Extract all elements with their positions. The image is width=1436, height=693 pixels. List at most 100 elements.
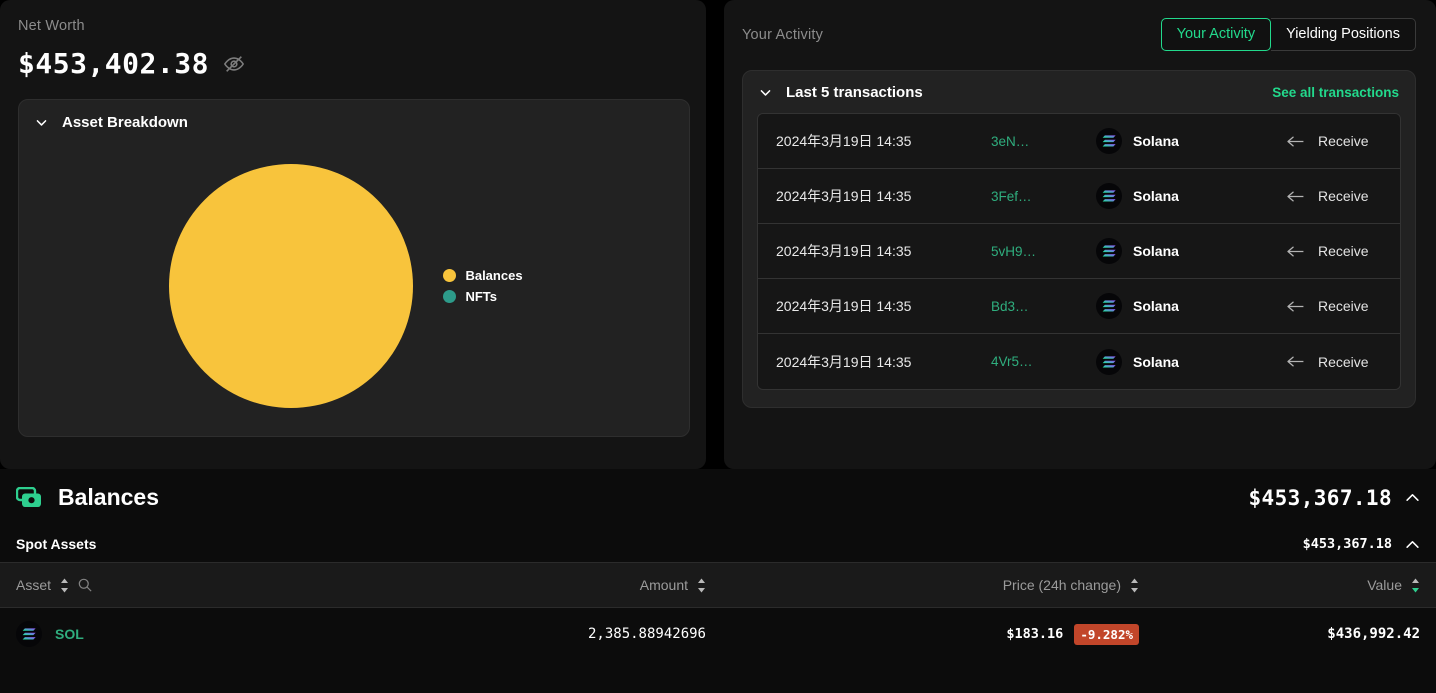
asset-price-cell: $183.16 -9.282% [706, 624, 1145, 645]
table-row[interactable]: 2024年3月19日 14:35 Bd3… So [758, 279, 1400, 334]
arrow-left-icon [1286, 190, 1305, 203]
balances-header: Balances $453,367.18 [16, 469, 1420, 526]
transactions-card: Last 5 transactions See all transactions… [742, 70, 1416, 408]
table-row[interactable]: 2024年3月19日 14:35 3Fef… S [758, 169, 1400, 224]
spot-assets-right[interactable]: $453,367.18 [1303, 536, 1420, 552]
arrow-left-icon [1286, 135, 1305, 148]
asset-breakdown-title: Asset Breakdown [62, 114, 188, 131]
chevron-up-icon[interactable] [1405, 540, 1420, 549]
tx-hash-link[interactable]: Bd3… [991, 299, 1096, 314]
column-header-amount[interactable]: Amount [296, 577, 706, 593]
asset-price: $183.16 [1006, 626, 1063, 642]
solana-icon [1096, 238, 1122, 264]
tx-chain: Solana [1096, 183, 1286, 209]
tx-chain-name: Solana [1133, 243, 1179, 259]
solana-icon [1096, 349, 1122, 375]
net-worth-row: $453,402.38 [18, 47, 690, 80]
balances-section: Balances $453,367.18 Spot Assets $453,36… [0, 469, 1436, 693]
activity-header: Your Activity Your Activity Yielding Pos… [742, 18, 1416, 51]
eye-off-icon[interactable] [223, 53, 245, 75]
chevron-down-icon[interactable] [759, 86, 772, 99]
status-badge: -9.282% [1074, 624, 1139, 645]
arrow-left-icon [1286, 245, 1305, 258]
dashboard-top-row: Net Worth $453,402.38 Asset Breakdown [0, 0, 1436, 469]
tx-hash-link[interactable]: 3Fef… [991, 189, 1096, 204]
spot-assets-total: $453,367.18 [1303, 536, 1392, 552]
tx-direction-label: Receive [1318, 133, 1369, 149]
tx-date: 2024年3月19日 14:35 [776, 352, 991, 372]
asset-symbol[interactable]: SOL [55, 626, 84, 642]
balances-header-right[interactable]: $453,367.18 [1249, 486, 1420, 510]
solana-icon [1096, 183, 1122, 209]
sort-arrows-icon[interactable] [1411, 578, 1420, 593]
tx-chain: Solana [1096, 238, 1286, 264]
solana-icon [1096, 128, 1122, 154]
asset-breakdown-header[interactable]: Asset Breakdown [35, 114, 673, 131]
assets-table-header: Asset Amount Price (24h change) [0, 562, 1436, 608]
page-title: Balances [58, 484, 159, 511]
tx-hash-link[interactable]: 4Vr5… [991, 354, 1096, 369]
table-row[interactable]: 2024年3月19日 14:35 5vH9… S [758, 224, 1400, 279]
tx-hash-link[interactable]: 5vH9… [991, 244, 1096, 259]
column-label-price: Price (24h change) [1003, 577, 1121, 593]
asset-breakdown-pie-chart [169, 164, 413, 408]
asset-breakdown-chart-area: Balances NFTs [19, 146, 689, 426]
tx-direction-label: Receive [1318, 354, 1369, 370]
tx-chain-name: Solana [1133, 298, 1179, 314]
tx-chain: Solana [1096, 293, 1286, 319]
column-header-asset[interactable]: Asset [16, 577, 296, 593]
spot-assets-label: Spot Assets [16, 536, 96, 552]
table-row[interactable]: SOL 2,385.88942696 $183.16 -9.282% $436,… [0, 608, 1436, 660]
table-row[interactable]: 2024年3月19日 14:35 4Vr5… S [758, 334, 1400, 389]
transactions-header: Last 5 transactions See all transactions [757, 84, 1401, 101]
net-worth-panel: Net Worth $453,402.38 Asset Breakdown [0, 0, 706, 469]
net-worth-value: $453,402.38 [18, 47, 209, 80]
legend-dot-balances [443, 269, 456, 282]
legend-dot-nfts [443, 290, 456, 303]
transactions-header-left[interactable]: Last 5 transactions [759, 84, 923, 101]
sort-arrows-icon[interactable] [60, 578, 69, 593]
tx-direction-label: Receive [1318, 188, 1369, 204]
chevron-down-icon[interactable] [35, 116, 48, 129]
tx-chain: Solana [1096, 349, 1286, 375]
arrow-left-icon [1286, 300, 1305, 313]
activity-label: Your Activity [742, 27, 823, 43]
chevron-up-icon[interactable] [1405, 493, 1420, 502]
balances-header-left: Balances [16, 484, 159, 511]
legend-item-balances: Balances [443, 268, 522, 283]
cash-icon [16, 487, 42, 508]
see-all-transactions-link[interactable]: See all transactions [1272, 85, 1399, 100]
tx-chain-name: Solana [1133, 188, 1179, 204]
column-header-value[interactable]: Value [1145, 577, 1420, 593]
transactions-title: Last 5 transactions [786, 84, 923, 101]
tx-direction: Receive [1286, 298, 1369, 314]
pie-legend: Balances NFTs [443, 268, 522, 304]
tx-direction: Receive [1286, 133, 1369, 149]
tx-direction: Receive [1286, 188, 1369, 204]
tx-hash-link[interactable]: 3eN… [991, 134, 1096, 149]
asset-cell: SOL [16, 621, 296, 647]
sort-arrows-icon[interactable] [1130, 578, 1139, 593]
tx-direction: Receive [1286, 243, 1369, 259]
search-icon[interactable] [78, 578, 92, 592]
sort-arrows-icon[interactable] [697, 578, 706, 593]
table-row[interactable]: 2024年3月19日 14:35 3eN… So [758, 114, 1400, 169]
tx-date: 2024年3月19日 14:35 [776, 296, 991, 316]
tx-direction-label: Receive [1318, 243, 1369, 259]
transactions-table: 2024年3月19日 14:35 3eN… So [757, 113, 1401, 390]
solana-icon [16, 621, 42, 647]
tab-yielding-positions[interactable]: Yielding Positions [1271, 18, 1416, 51]
column-label-asset: Asset [16, 577, 51, 593]
asset-amount: 2,385.88942696 [296, 626, 706, 642]
spot-assets-row[interactable]: Spot Assets $453,367.18 [16, 526, 1420, 562]
tx-direction: Receive [1286, 354, 1369, 370]
tx-chain: Solana [1096, 128, 1286, 154]
column-header-price[interactable]: Price (24h change) [706, 577, 1145, 593]
column-label-amount: Amount [640, 577, 688, 593]
legend-label-balances: Balances [465, 268, 522, 283]
tx-direction-label: Receive [1318, 298, 1369, 314]
tab-your-activity[interactable]: Your Activity [1161, 18, 1271, 51]
column-label-value: Value [1367, 577, 1402, 593]
asset-breakdown-card: Asset Breakdown Balances NFTs [18, 99, 690, 437]
tx-date: 2024年3月19日 14:35 [776, 131, 991, 151]
